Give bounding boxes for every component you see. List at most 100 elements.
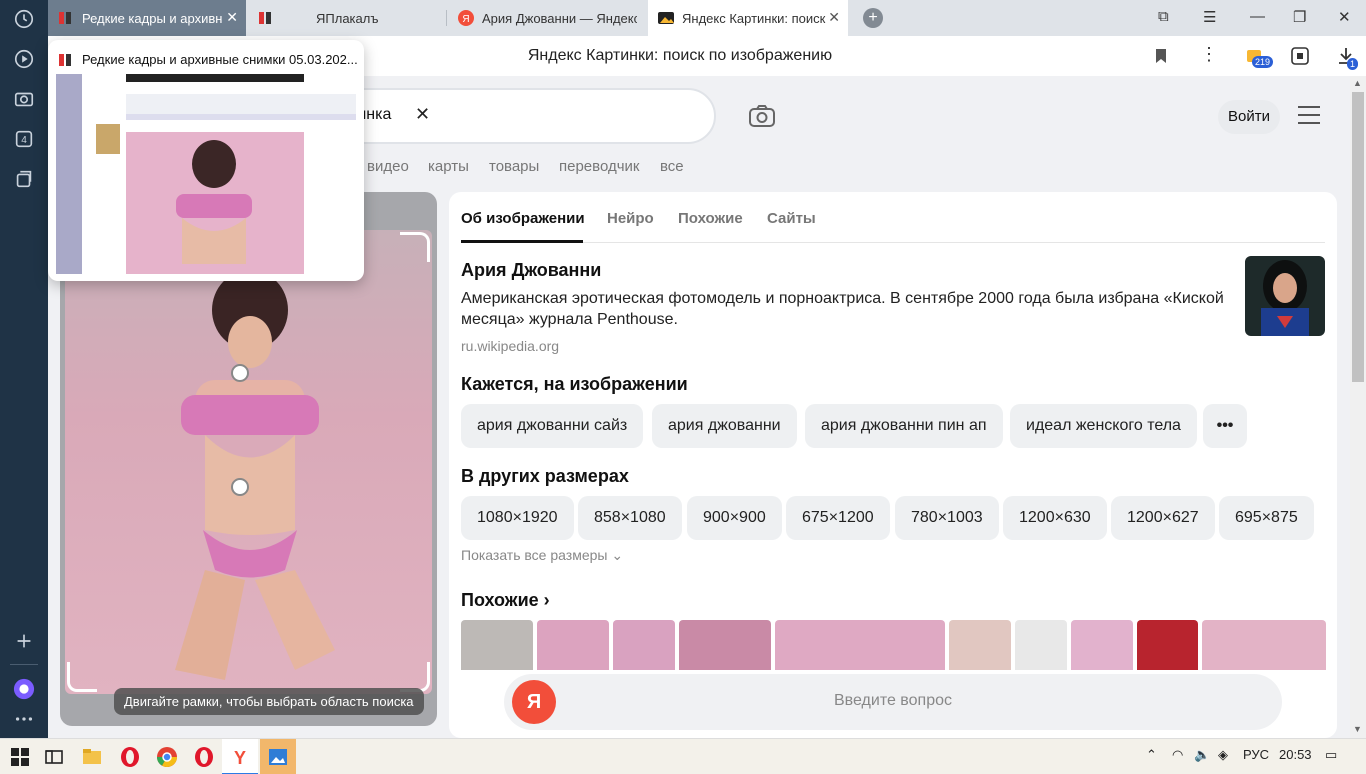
ask-question-input[interactable]: Я Введите вопрос [504, 674, 1282, 730]
size-chip[interactable]: 1200×630 [1003, 496, 1107, 540]
tab-preview-popup[interactable]: Редкие кадры и архивные снимки 05.03.202… [48, 40, 364, 281]
tray-chevron-up-icon[interactable]: ⌃ [1146, 747, 1157, 763]
crop-corner-tr[interactable] [400, 232, 430, 262]
bookmark-icon[interactable] [1154, 48, 1168, 64]
close-icon[interactable]: ✕ [828, 9, 840, 26]
tab-4[interactable]: Яндекс Картинки: поиск ✕ [648, 0, 848, 36]
language-indicator[interactable]: РУС [1243, 747, 1269, 762]
similar-image[interactable] [679, 620, 771, 670]
browser-window: 4 Редкие кадры и архивные ✕ ЯПлакалъ Я [0, 0, 1366, 774]
size-chip[interactable]: 858×1080 [578, 496, 682, 540]
burger-menu-icon[interactable] [1298, 106, 1320, 130]
size-chip[interactable]: 1200×627 [1111, 496, 1215, 540]
file-explorer-icon[interactable] [80, 745, 104, 769]
similar-image[interactable] [537, 620, 609, 670]
scroll-up-icon[interactable]: ▲ [1353, 78, 1362, 88]
alice-icon[interactable] [12, 678, 36, 702]
tab-manager-icon[interactable]: ⧉ [1158, 8, 1169, 25]
similar-image[interactable] [1202, 620, 1326, 670]
tag-chip[interactable]: ария джованни сайз [461, 404, 644, 448]
similar-image[interactable] [1137, 620, 1198, 670]
tab-neuro[interactable]: Нейро [607, 210, 654, 227]
similar-image[interactable] [613, 620, 675, 670]
restore-icon[interactable]: ❐ [1293, 8, 1306, 26]
crop-corner-bl[interactable] [67, 662, 97, 692]
taskbar-photos[interactable] [260, 739, 296, 774]
similar-images-row [461, 620, 1326, 670]
scroll-thumb[interactable] [1352, 92, 1364, 382]
tag-chip[interactable]: ария джованни пин ап [805, 404, 1003, 448]
login-button[interactable]: Войти [1218, 100, 1280, 134]
chrome-icon[interactable] [155, 745, 179, 769]
tab-2-label: ЯПлакалъ [316, 10, 379, 26]
protect-icon[interactable] [1288, 44, 1312, 68]
tab-3[interactable]: Я Ария Джованни — Яндекс [448, 0, 648, 36]
browser-sidebar: 4 [0, 0, 48, 738]
service-translate[interactable]: переводчик [559, 158, 639, 175]
screenshot-icon[interactable] [12, 88, 36, 112]
downloads-badge: 1 [1347, 58, 1359, 70]
scroll-down-icon[interactable]: ▼ [1353, 724, 1362, 734]
size-chip[interactable]: 695×875 [1219, 496, 1314, 540]
more-icon[interactable] [12, 708, 36, 732]
similar-image[interactable] [775, 620, 945, 670]
tab-about[interactable]: Об изображении [461, 210, 585, 227]
clock[interactable]: 20:53 [1279, 747, 1312, 762]
svg-text:4: 4 [21, 135, 27, 146]
opera-icon[interactable] [192, 745, 216, 769]
wifi-icon[interactable]: ◠ [1172, 747, 1183, 763]
close-window-icon[interactable]: ✕ [1338, 8, 1351, 26]
windows-start-icon[interactable] [8, 745, 32, 769]
query-image[interactable] [65, 230, 432, 694]
downloads-icon[interactable]: 1 [1334, 44, 1359, 70]
size-chip[interactable]: 675×1200 [786, 496, 890, 540]
similar-image[interactable] [949, 620, 1011, 670]
similar-image[interactable] [1015, 620, 1067, 670]
more-vertical-icon[interactable]: ⋮ [1200, 44, 1218, 65]
yandex-images-icon [658, 12, 674, 24]
service-goods[interactable]: товары [489, 158, 539, 175]
tab-1[interactable]: Редкие кадры и архивные ✕ [48, 0, 246, 36]
history-icon[interactable] [12, 8, 36, 32]
tab-similar[interactable]: Похожие [678, 210, 743, 227]
entity-source[interactable]: ru.wikipedia.org [461, 338, 559, 354]
close-icon[interactable]: ✕ [226, 9, 238, 26]
play-icon[interactable] [12, 48, 36, 72]
entity-thumbnail[interactable] [1245, 256, 1325, 336]
volume-icon[interactable]: 🔈 [1194, 747, 1210, 763]
task-view-icon[interactable] [42, 745, 66, 769]
svg-text:Y: Y [234, 748, 246, 768]
service-video[interactable]: видео [367, 158, 409, 175]
more-tags-button[interactable]: ••• [1203, 404, 1247, 448]
minimize-icon[interactable]: — [1250, 8, 1265, 25]
tab-2[interactable]: ЯПлакалъ [248, 0, 444, 36]
new-tab-button[interactable]: + [863, 8, 883, 28]
tab-sites[interactable]: Сайты [767, 210, 816, 227]
clear-icon[interactable]: ✕ [415, 104, 430, 125]
extension-icon[interactable]: 219 [1244, 44, 1274, 68]
opera-icon[interactable] [118, 745, 142, 769]
size-chip[interactable]: 1080×1920 [461, 496, 574, 540]
collections-icon[interactable] [12, 168, 36, 192]
security-icon[interactable]: ◈ [1218, 747, 1228, 763]
page-scrollbar[interactable]: ▲ ▼ [1350, 76, 1366, 738]
add-icon[interactable] [12, 630, 36, 654]
tag-chip[interactable]: ария джованни [652, 404, 797, 448]
object-dot[interactable] [231, 364, 249, 382]
entity-name[interactable]: Ария Джованни [461, 260, 601, 281]
object-dot[interactable] [231, 478, 249, 496]
workspace-4-icon[interactable]: 4 [12, 128, 36, 152]
similar-heading[interactable]: Похожие › [461, 590, 550, 611]
tag-chip[interactable]: идеал женского тела [1010, 404, 1197, 448]
similar-image[interactable] [1071, 620, 1133, 670]
size-chip[interactable]: 780×1003 [895, 496, 999, 540]
notifications-icon[interactable]: ▭ [1325, 747, 1337, 763]
service-all[interactable]: все [660, 158, 684, 175]
menu-icon[interactable]: ☰ [1203, 8, 1216, 26]
taskbar-yandex-browser[interactable]: Y [222, 739, 258, 774]
size-chip[interactable]: 900×900 [687, 496, 782, 540]
service-maps[interactable]: карты [428, 158, 469, 175]
similar-image[interactable] [461, 620, 533, 670]
camera-search-icon[interactable] [748, 104, 776, 128]
show-all-sizes-link[interactable]: Показать все размеры ⌄ [461, 547, 623, 564]
